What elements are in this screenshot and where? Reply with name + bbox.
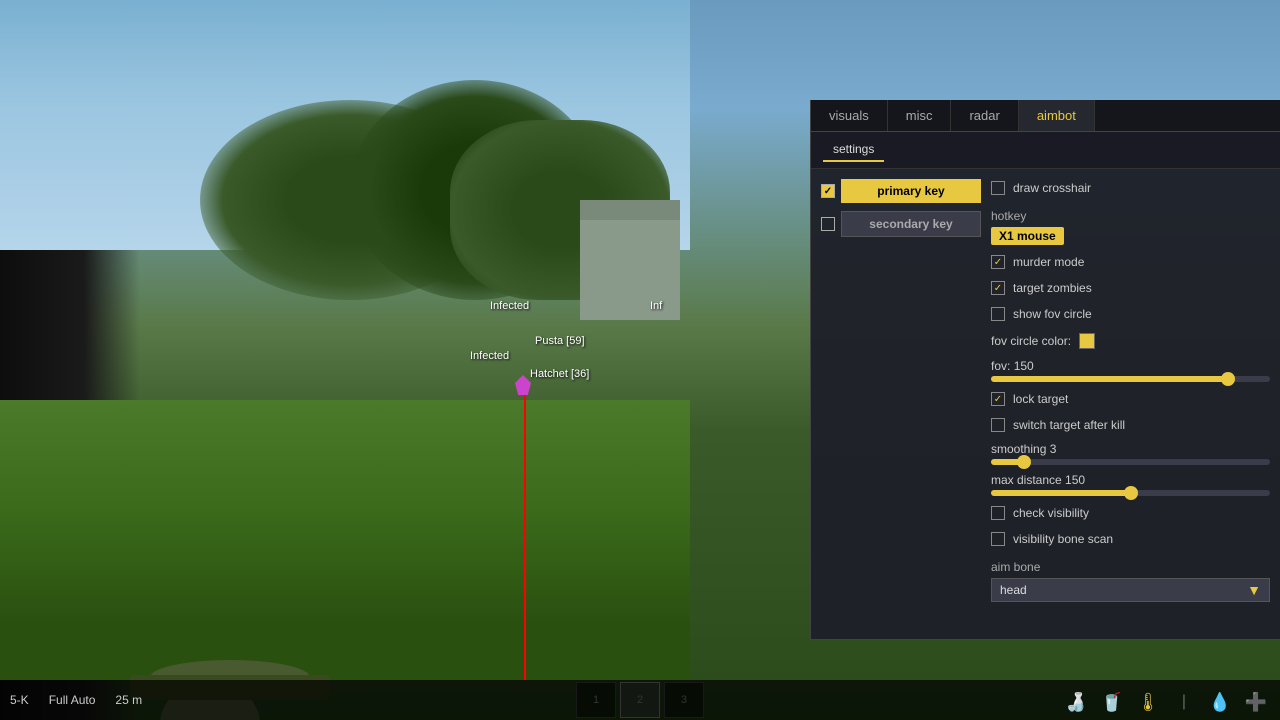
- enemy-label-1: Infected: [490, 300, 529, 312]
- fov-slider-thumb[interactable]: [1221, 372, 1235, 386]
- switch-target-checkbox[interactable]: [991, 418, 1005, 432]
- enemy-marker: [515, 375, 531, 395]
- enemy-label-5: Inf: [650, 300, 662, 312]
- bottle-icon: 🍶: [1062, 688, 1090, 716]
- max-distance-slider-row: max distance 150: [991, 473, 1270, 496]
- show-fov-circle-label: show fov circle: [1013, 307, 1092, 321]
- enemy-label-4: Hatchet [36]: [530, 368, 589, 380]
- aim-bone-label: aim bone: [991, 560, 1270, 574]
- secondary-key-row: secondary key: [821, 211, 981, 237]
- sub-tab-bar: settings: [811, 132, 1280, 169]
- panel-body: primary key secondary key draw crosshair…: [811, 169, 1280, 612]
- show-fov-circle-row: show fov circle: [991, 305, 1270, 323]
- target-zombies-row: target zombies: [991, 279, 1270, 297]
- lock-target-row: lock target: [991, 390, 1270, 408]
- fov-circle-color-label: fov circle color:: [991, 334, 1071, 348]
- smoothing-slider-row: smoothing 3: [991, 442, 1270, 465]
- ground: [0, 400, 690, 680]
- check-visibility-row: check visibility: [991, 504, 1270, 522]
- hotkey-section: hotkey X1 mouse: [991, 205, 1270, 245]
- check-visibility-checkbox[interactable]: [991, 506, 1005, 520]
- hud-stat-kills: 5-K: [10, 693, 29, 707]
- hud-stat-distance: 25 m: [115, 693, 142, 707]
- tab-misc[interactable]: misc: [888, 100, 952, 131]
- switch-target-label: switch target after kill: [1013, 418, 1125, 432]
- enemy-label-2: Pusta [59]: [535, 335, 585, 347]
- secondary-key-button[interactable]: secondary key: [841, 211, 981, 237]
- smoothing-slider-thumb[interactable]: [1017, 455, 1031, 469]
- aim-line: [524, 385, 526, 680]
- target-zombies-checkbox[interactable]: [991, 281, 1005, 295]
- fov-slider-label: fov: 150: [991, 359, 1270, 373]
- tab-radar[interactable]: radar: [951, 100, 1018, 131]
- building: [580, 200, 680, 320]
- medkit-icon: ➕: [1242, 688, 1270, 716]
- hud-stat-mode: Full Auto: [49, 693, 96, 707]
- fov-color-swatch[interactable]: [1079, 333, 1095, 349]
- draw-crosshair-label: draw crosshair: [1013, 181, 1091, 195]
- smoothing-label: smoothing 3: [991, 442, 1270, 456]
- target-zombies-label: target zombies: [1013, 281, 1092, 295]
- primary-key-row: primary key: [821, 179, 981, 203]
- settings-panel: visuals misc radar aimbot settings prima…: [810, 100, 1280, 640]
- sub-tab-settings[interactable]: settings: [823, 138, 884, 162]
- hotkey-label: hotkey: [991, 209, 1270, 223]
- hud-icons: 🍶 🥤 🌡 | 💧 ➕: [1062, 688, 1270, 716]
- murder-mode-checkbox[interactable]: [991, 255, 1005, 269]
- canteen-icon: 🥤: [1098, 688, 1126, 716]
- thermometer-icon: 🌡: [1134, 688, 1162, 716]
- fov-slider-row: fov: 150: [991, 359, 1270, 382]
- max-distance-slider-fill: [991, 490, 1131, 496]
- hotkey-badge[interactable]: X1 mouse: [991, 227, 1064, 245]
- max-distance-slider-track[interactable]: [991, 490, 1270, 496]
- key-bindings-col: primary key secondary key: [821, 179, 981, 602]
- tab-bar: visuals misc radar aimbot: [811, 100, 1280, 132]
- max-distance-slider-thumb[interactable]: [1124, 486, 1138, 500]
- draw-crosshair-checkbox[interactable]: [991, 181, 1005, 195]
- lock-target-label: lock target: [1013, 392, 1068, 406]
- aim-bone-value: head: [1000, 583, 1027, 597]
- secondary-key-checkbox[interactable]: [821, 217, 835, 231]
- visibility-bone-scan-row: visibility bone scan: [991, 530, 1270, 548]
- draw-crosshair-row: draw crosshair: [991, 179, 1270, 197]
- aim-bone-dropdown[interactable]: head ▼: [991, 578, 1270, 602]
- murder-mode-row: murder mode: [991, 253, 1270, 271]
- visibility-bone-scan-label: visibility bone scan: [1013, 532, 1113, 546]
- game-scene: Infected Pusta [59] Infected Hatchet [36…: [0, 0, 690, 720]
- droplet-icon: 💧: [1206, 688, 1234, 716]
- max-distance-label: max distance 150: [991, 473, 1270, 487]
- tab-visuals[interactable]: visuals: [811, 100, 888, 131]
- enemy-label-3: Infected: [470, 350, 509, 362]
- lock-target-checkbox[interactable]: [991, 392, 1005, 406]
- aim-bone-section: aim bone head ▼: [991, 556, 1270, 602]
- primary-key-checkbox[interactable]: [821, 184, 835, 198]
- switch-target-row: switch target after kill: [991, 416, 1270, 434]
- visibility-bone-scan-checkbox[interactable]: [991, 532, 1005, 546]
- fov-slider-fill: [991, 376, 1228, 382]
- primary-key-button[interactable]: primary key: [841, 179, 981, 203]
- separator-icon: |: [1170, 688, 1198, 716]
- tab-aimbot[interactable]: aimbot: [1019, 100, 1095, 131]
- show-fov-circle-checkbox[interactable]: [991, 307, 1005, 321]
- murder-mode-label: murder mode: [1013, 255, 1084, 269]
- fov-circle-color-row: fov circle color:: [991, 331, 1270, 351]
- fov-slider-track[interactable]: [991, 376, 1270, 382]
- options-col: draw crosshair hotkey X1 mouse murder mo…: [991, 179, 1270, 602]
- smoothing-slider-track[interactable]: [991, 459, 1270, 465]
- dropdown-arrow-icon: ▼: [1247, 582, 1261, 598]
- check-visibility-label: check visibility: [1013, 506, 1089, 520]
